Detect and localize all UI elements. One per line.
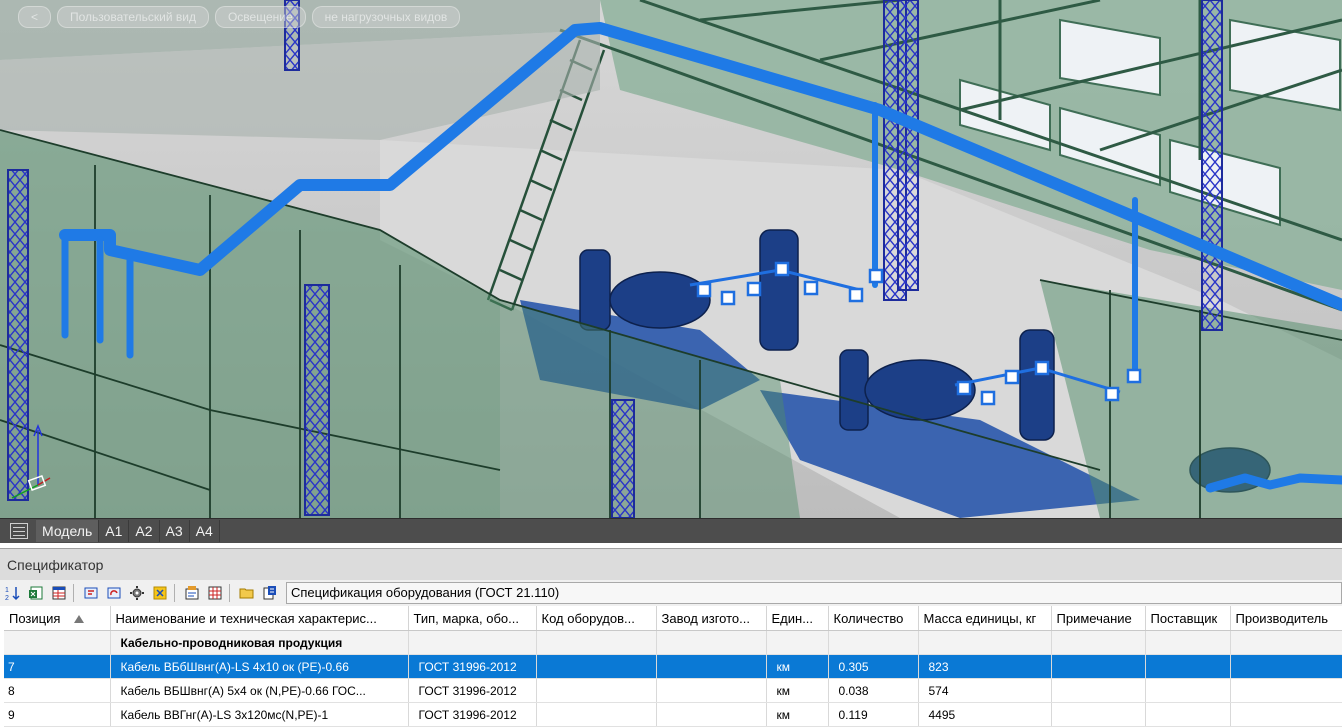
- cell-note: [1051, 702, 1146, 727]
- tab-a2[interactable]: A2: [129, 520, 160, 542]
- table-row[interactable]: 9 Кабель ВВГнг(А)-LS 3x120мс(N,PE)-1 ГОС…: [4, 702, 1342, 727]
- cell-unit: км: [766, 702, 829, 727]
- spec-selector[interactable]: Спецификация оборудования (ГОСТ 21.110): [286, 582, 1342, 604]
- breadcrumb-item[interactable]: не нагрузочных видов: [311, 6, 461, 28]
- cell-code: [536, 654, 657, 679]
- cell-name: Кабель ВБбШвнг(А)-LS 4x10 ок (PE)-0.66: [110, 654, 409, 679]
- cell-manufacturer: [1230, 654, 1342, 679]
- column-header-name[interactable]: Наименование и техническая характерис...: [110, 606, 409, 631]
- model-scene: [0, 0, 1342, 518]
- svg-text:2: 2: [5, 595, 9, 601]
- cell-type: ГОСТ 31996-2012: [408, 678, 537, 703]
- breadcrumb-item[interactable]: Освещение: [214, 6, 306, 28]
- group-row[interactable]: Кабельно-проводниковая продукция: [4, 630, 1342, 655]
- cell-manufacturer: [1230, 702, 1342, 727]
- cell-note: [1051, 654, 1146, 679]
- panel-title: Спецификатор: [0, 548, 1342, 580]
- cell-type: ГОСТ 31996-2012: [408, 654, 537, 679]
- cell-name: Кабель ВВГнг(А)-LS 3x120мс(N,PE)-1: [110, 702, 409, 727]
- toolbar-separator: [73, 584, 74, 602]
- group-cell: [1230, 630, 1342, 655]
- model-viewport[interactable]: < Пользовательский вид Освещение не нагр…: [0, 0, 1342, 518]
- settings-icon[interactable]: [127, 583, 147, 603]
- svg-text:1: 1: [5, 587, 9, 594]
- cell-unit: км: [766, 678, 829, 703]
- group-cell: [408, 630, 537, 655]
- open-folder-icon[interactable]: [237, 583, 257, 603]
- cell-quantity: 0.305: [828, 654, 919, 679]
- column-header-supplier[interactable]: Поставщик: [1145, 606, 1231, 631]
- group-label: Кабельно-проводниковая продукция: [110, 630, 409, 655]
- cell-unit: км: [766, 654, 829, 679]
- column-header-code[interactable]: Код оборудов...: [536, 606, 657, 631]
- spec-table: Позиция Наименование и техническая харак…: [4, 606, 1342, 727]
- cell-supplier: [1145, 654, 1231, 679]
- cell-position: 8: [4, 678, 111, 703]
- breadcrumb-back[interactable]: <: [18, 6, 52, 28]
- column-header-manufacturer[interactable]: Производитель: [1230, 606, 1342, 631]
- tab-model[interactable]: Модель: [36, 520, 100, 542]
- export-table-icon[interactable]: [49, 583, 69, 603]
- cell-quantity: 0.038: [828, 678, 919, 703]
- cell-plant: [656, 654, 767, 679]
- tab-a3[interactable]: A3: [160, 520, 190, 542]
- group-cell: [656, 630, 767, 655]
- table-row[interactable]: 7 Кабель ВБбШвнг(А)-LS 4x10 ок (PE)-0.66…: [4, 654, 1342, 679]
- view-breadcrumb: < Пользовательский вид Освещение не нагр…: [18, 6, 461, 28]
- group-cell: [766, 630, 829, 655]
- template-icon[interactable]: [260, 583, 280, 603]
- cell-position: 9: [4, 702, 111, 727]
- group-cell: [1145, 630, 1231, 655]
- tab-a4[interactable]: A4: [190, 520, 220, 542]
- tab-list-menu-icon[interactable]: [10, 523, 28, 539]
- cell-supplier: [1145, 702, 1231, 727]
- cell-code: [536, 678, 657, 703]
- layout-tab-bar: Модель A1 A2 A3 A4: [0, 518, 1342, 543]
- sort-ascending-icon: [74, 615, 85, 624]
- column-header-position[interactable]: Позиция: [4, 606, 111, 631]
- cell-mass: 574: [918, 678, 1052, 703]
- column-header-type[interactable]: Тип, марка, обо...: [408, 606, 537, 631]
- cell-quantity: 0.119: [828, 702, 919, 727]
- cell-plant: [656, 702, 767, 727]
- column-header-unit[interactable]: Един...: [766, 606, 829, 631]
- sort-icon[interactable]: 12: [3, 583, 23, 603]
- cell-mass: 4495: [918, 702, 1052, 727]
- group-cell: [918, 630, 1052, 655]
- column-header-mass[interactable]: Масса единицы, кг: [918, 606, 1052, 631]
- group-cell: [4, 630, 111, 655]
- toolbar-separator: [229, 584, 230, 602]
- cell-name: Кабель ВБШвнг(А) 5x4 ок (N,PE)-0.66 ГОС.…: [110, 678, 409, 703]
- column-header-plant[interactable]: Завод изгото...: [656, 606, 767, 631]
- cell-plant: [656, 678, 767, 703]
- filter-icon[interactable]: [150, 583, 170, 603]
- cell-manufacturer: [1230, 678, 1342, 703]
- column-header-note[interactable]: Примечание: [1051, 606, 1146, 631]
- column-header-quantity[interactable]: Количество: [828, 606, 919, 631]
- cell-code: [536, 702, 657, 727]
- cell-position: 7: [4, 654, 111, 679]
- group-cell: [828, 630, 919, 655]
- refresh-icon[interactable]: [104, 583, 124, 603]
- report-icon[interactable]: [205, 583, 225, 603]
- group-cell: [536, 630, 657, 655]
- group-cell: [1051, 630, 1146, 655]
- tab-a1[interactable]: A1: [99, 520, 130, 542]
- cell-supplier: [1145, 678, 1231, 703]
- group-icon[interactable]: [81, 583, 101, 603]
- toolbar-separator: [174, 584, 175, 602]
- table-row[interactable]: 8 Кабель ВБШвнг(А) 5x4 ок (N,PE)-0.66 ГО…: [4, 678, 1342, 703]
- export-excel-icon[interactable]: [26, 583, 46, 603]
- cell-type: ГОСТ 31996-2012: [408, 702, 537, 727]
- breadcrumb-item[interactable]: Пользовательский вид: [57, 6, 209, 28]
- cell-mass: 823: [918, 654, 1052, 679]
- properties-icon[interactable]: [182, 583, 202, 603]
- cell-note: [1051, 678, 1146, 703]
- table-header: Позиция Наименование и техническая харак…: [4, 606, 1342, 631]
